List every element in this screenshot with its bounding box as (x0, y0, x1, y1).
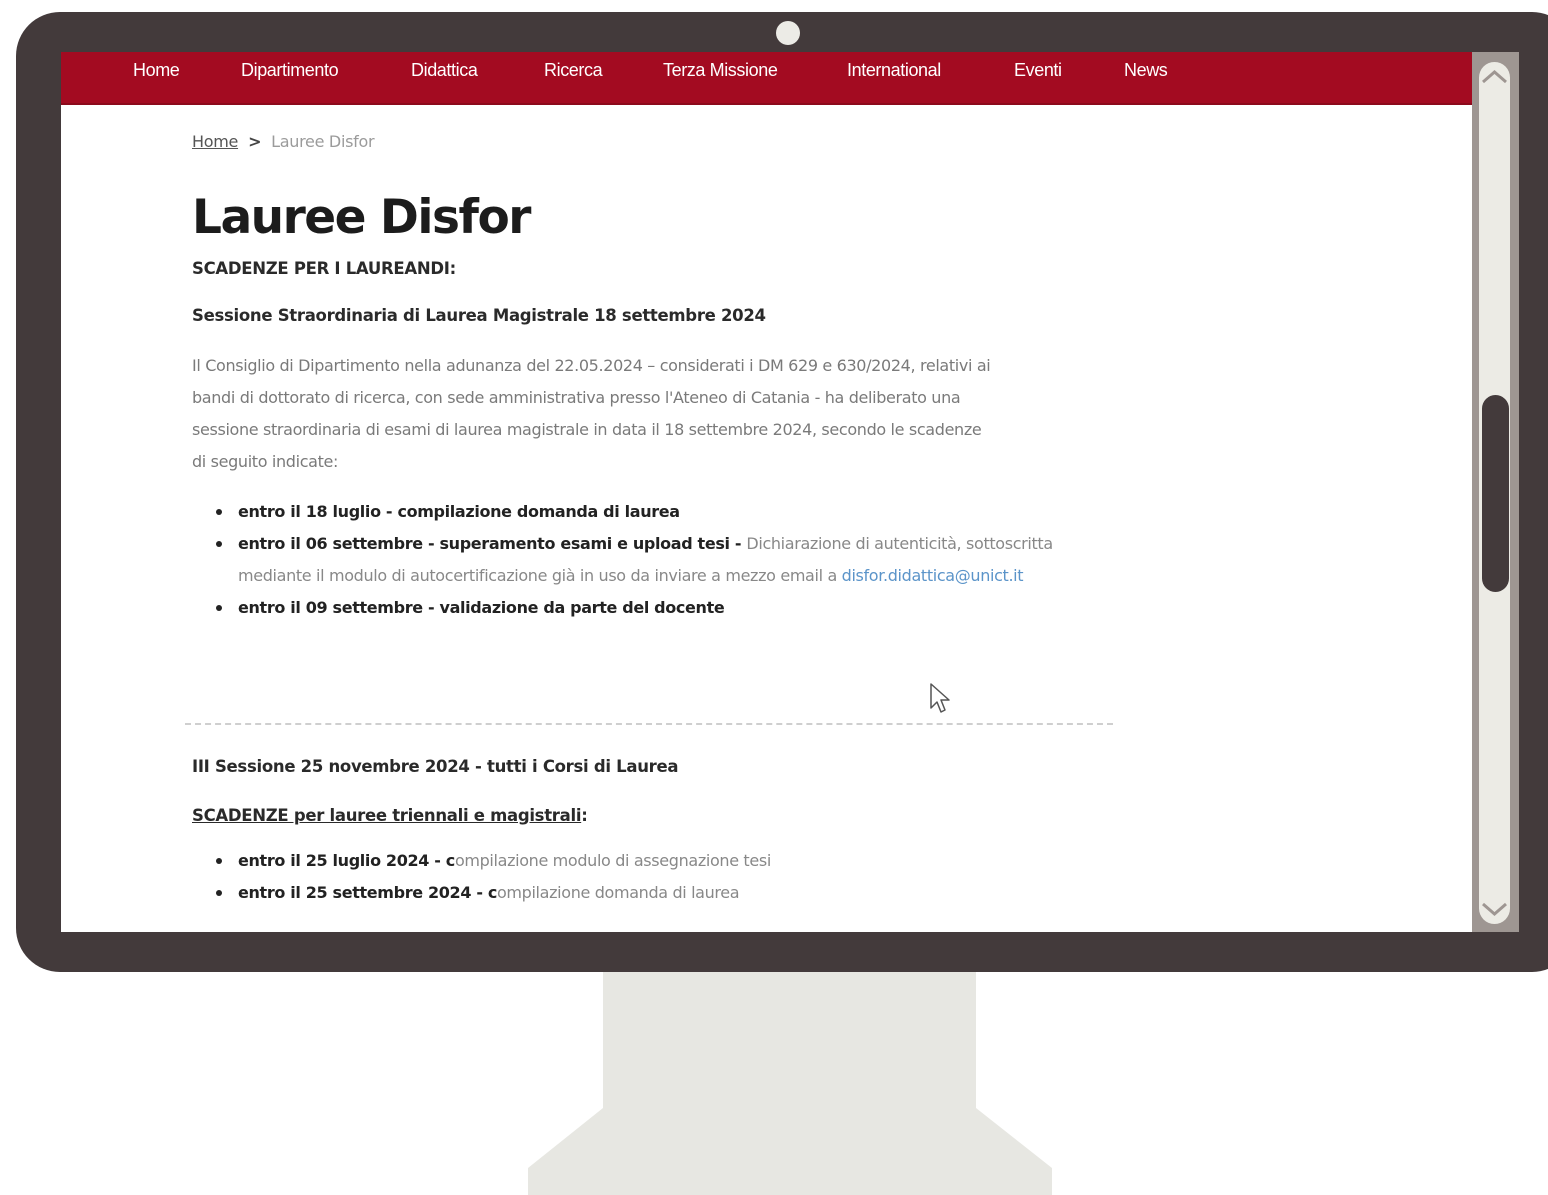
session-description: Il Consiglio di Dipartimento nella aduna… (192, 356, 991, 471)
breadcrumb-current: Lauree Disfor (271, 132, 375, 151)
scadenze-heading-colon: : (581, 806, 588, 825)
webcam (776, 21, 800, 45)
list-item: entro il 09 settembre - validazione da p… (216, 592, 1122, 624)
nav-home[interactable]: Home (133, 52, 180, 88)
nav-eventi[interactable]: Eventi (1014, 52, 1062, 88)
nav-terza-missione[interactable]: Terza Missione (663, 52, 778, 88)
list-item: entro il 25 luglio 2024 - compilazione m… (216, 845, 1122, 877)
nav-didattica[interactable]: Didattica (411, 52, 478, 88)
vertical-scrollbar[interactable] (1472, 52, 1519, 932)
nav-news[interactable]: News (1124, 52, 1168, 88)
nav-dipartimento[interactable]: Dipartimento (241, 52, 339, 88)
nav-international[interactable]: International (847, 52, 941, 88)
monitor-screen: Home Dipartimento Didattica Ricerca Terz… (61, 52, 1519, 932)
dashed-divider (185, 723, 1113, 725)
main-content-continued: III Sessione 25 novembre 2024 - tutti i … (192, 757, 1122, 909)
list-item: entro il 06 settembre - superamento esam… (216, 528, 1122, 592)
deadline-list: entro il 18 luglio - compilazione domand… (192, 496, 1122, 624)
list-item-bold: entro il 09 settembre - validazione da p… (238, 598, 725, 617)
mouse-pointer-icon (930, 683, 950, 713)
deadline-list-2: entro il 25 luglio 2024 - compilazione m… (192, 845, 1122, 909)
email-link[interactable]: disfor.didattica@unict.it (842, 566, 1024, 585)
list-item: entro il 18 luglio - compilazione domand… (216, 496, 1122, 528)
scadenze-heading: SCADENZE per lauree triennali e magistra… (192, 806, 1122, 825)
list-item-bold: entro il 25 luglio 2024 - c (238, 851, 455, 870)
scadenze-heading-text: SCADENZE per lauree triennali e magistra… (192, 806, 582, 825)
top-navigation: Home Dipartimento Didattica Ricerca Terz… (61, 52, 1472, 105)
list-item-bold: entro il 25 settembre 2024 - c (238, 883, 497, 902)
session-iii-heading: III Sessione 25 novembre 2024 - tutti i … (192, 757, 679, 776)
list-item-bold: entro il 06 settembre - superamento esam… (238, 534, 747, 553)
nav-ricerca[interactable]: Ricerca (544, 52, 603, 88)
breadcrumb-separator: > (248, 132, 262, 151)
list-item-text: ompilazione modulo di assegnazione tesi (454, 851, 771, 870)
list-item-text: ompilazione domanda di laurea (496, 883, 740, 902)
breadcrumb-home[interactable]: Home (192, 132, 238, 151)
list-item-bold: entro il 18 luglio - compilazione domand… (238, 502, 680, 521)
list-item: entro il 25 settembre 2024 - compilazion… (216, 877, 1122, 909)
chevron-up-icon[interactable] (1479, 64, 1510, 90)
breadcrumb: Home > Lauree Disfor (192, 132, 1122, 168)
chevron-down-icon[interactable] (1479, 896, 1510, 922)
session-heading: Sessione Straordinaria di Laurea Magistr… (192, 306, 766, 325)
scrollbar-thumb[interactable] (1482, 395, 1509, 592)
main-content: Home > Lauree Disfor Lauree Disfor SCADENZ… (192, 132, 1122, 624)
monitor-stand-base (528, 1108, 1052, 1195)
monitor-stand-neck (603, 972, 976, 1110)
deadlines-heading: SCADENZE PER I LAUREANDI: (192, 259, 456, 278)
page-title: Lauree Disfor (192, 190, 531, 245)
